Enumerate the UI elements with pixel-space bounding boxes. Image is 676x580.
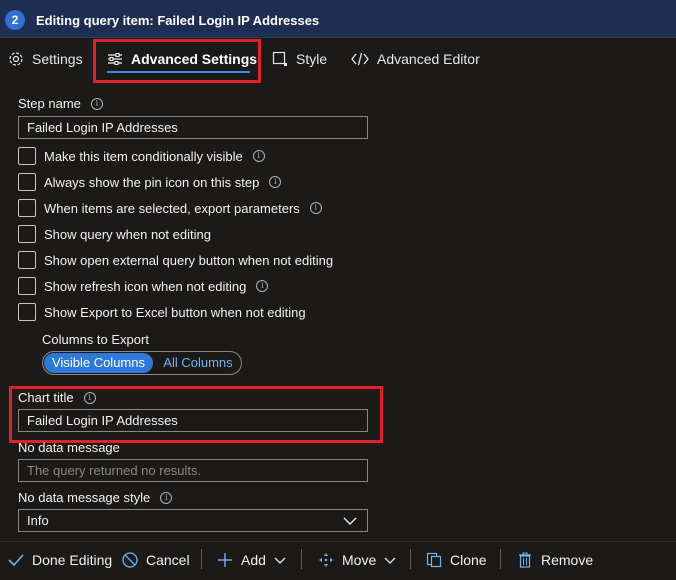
no-data-message-label: No data message	[18, 440, 120, 455]
checkbox-label: Show refresh icon when not editing	[44, 278, 247, 294]
info-icon[interactable]: i	[160, 491, 173, 504]
checkbox-conditionally-visible[interactable]: Make this item conditionally visible i	[18, 146, 265, 166]
tab-label: Advanced Settings	[131, 51, 258, 67]
cancel-button[interactable]: Cancel	[122, 549, 190, 571]
move-button[interactable]: Move	[318, 549, 396, 571]
option-all-columns[interactable]: All Columns	[156, 353, 240, 373]
tab-label: Settings	[32, 51, 83, 67]
checkbox[interactable]	[18, 225, 36, 243]
tab-label: Style	[296, 51, 328, 67]
no-data-message-style-select[interactable]: Info	[18, 509, 368, 532]
plus-icon	[218, 553, 232, 567]
move-icon	[319, 553, 333, 567]
cancel-icon	[122, 552, 138, 568]
chart-title-label: Chart title i	[18, 390, 96, 405]
info-icon[interactable]: i	[309, 202, 322, 214]
info-icon[interactable]: i	[83, 391, 96, 404]
step-number-badge: 2	[5, 10, 25, 30]
toolbar-divider	[410, 549, 411, 569]
sliders-icon	[108, 53, 122, 65]
checkbox[interactable]	[18, 199, 36, 217]
select-value: Info	[27, 513, 49, 528]
checkmark-icon	[8, 554, 24, 567]
active-tab-underline	[107, 71, 250, 73]
tab-settings[interactable]: Settings	[8, 42, 83, 76]
info-icon[interactable]: i	[256, 280, 269, 292]
no-data-message-input[interactable]: The query returned no results.	[18, 459, 368, 482]
checkbox[interactable]	[18, 173, 36, 191]
gear-icon	[9, 52, 23, 66]
trash-icon	[519, 552, 531, 568]
checkbox[interactable]	[18, 251, 36, 269]
option-visible-columns[interactable]: Visible Columns	[44, 353, 153, 373]
checkbox[interactable]	[18, 147, 36, 165]
copy-icon	[426, 552, 442, 568]
checkbox-export-parameters[interactable]: When items are selected, export paramete…	[18, 198, 322, 218]
checkbox-label: Always show the pin icon on this step	[44, 174, 260, 190]
checkbox-show-export-excel[interactable]: Show Export to Excel button when not edi…	[18, 302, 306, 322]
tab-style[interactable]: Style	[272, 42, 327, 76]
checkbox-label: Show Export to Excel button when not edi…	[44, 304, 306, 320]
add-button[interactable]: Add	[217, 549, 286, 571]
editor-title: Editing query item: Failed Login IP Addr…	[36, 13, 320, 28]
chevron-down-icon	[384, 557, 396, 564]
columns-to-export-label: Columns to Export	[42, 332, 149, 347]
checkbox-label: Show query when not editing	[44, 226, 211, 242]
chevron-down-icon	[274, 557, 286, 564]
step-name-label: Step name i	[18, 96, 103, 111]
square-icon	[272, 51, 287, 66]
toolbar-divider	[301, 549, 302, 569]
checkbox-show-refresh[interactable]: Show refresh icon when not editing i	[18, 276, 269, 296]
done-editing-button[interactable]: Done Editing	[8, 549, 112, 571]
no-data-message-style-label: No data message style i	[18, 490, 173, 505]
toolbar-divider	[201, 549, 202, 569]
toolbar-divider	[500, 549, 501, 569]
checkbox[interactable]	[18, 277, 36, 295]
chart-title-input[interactable]: Failed Login IP Addresses	[18, 409, 368, 432]
checkbox-label: Make this item conditionally visible	[44, 148, 243, 164]
code-icon	[351, 52, 369, 66]
checkbox-label: Show open external query button when not…	[44, 252, 334, 268]
step-name-input[interactable]: Failed Login IP Addresses	[18, 116, 368, 139]
chevron-down-icon	[343, 517, 357, 525]
checkbox[interactable]	[18, 303, 36, 321]
info-icon[interactable]: i	[90, 97, 103, 110]
tab-label: Advanced Editor	[377, 51, 480, 67]
remove-button[interactable]: Remove	[517, 549, 593, 571]
info-icon[interactable]: i	[269, 176, 282, 188]
checkbox-label: When items are selected, export paramete…	[44, 200, 300, 216]
tab-advanced-editor[interactable]: Advanced Editor	[351, 42, 480, 76]
checkbox-show-query[interactable]: Show query when not editing	[18, 224, 211, 244]
checkbox-show-external-query[interactable]: Show open external query button when not…	[18, 250, 333, 270]
clone-button[interactable]: Clone	[426, 549, 487, 571]
checkbox-always-show-pin[interactable]: Always show the pin icon on this step i	[18, 172, 282, 192]
info-icon[interactable]: i	[252, 150, 265, 162]
